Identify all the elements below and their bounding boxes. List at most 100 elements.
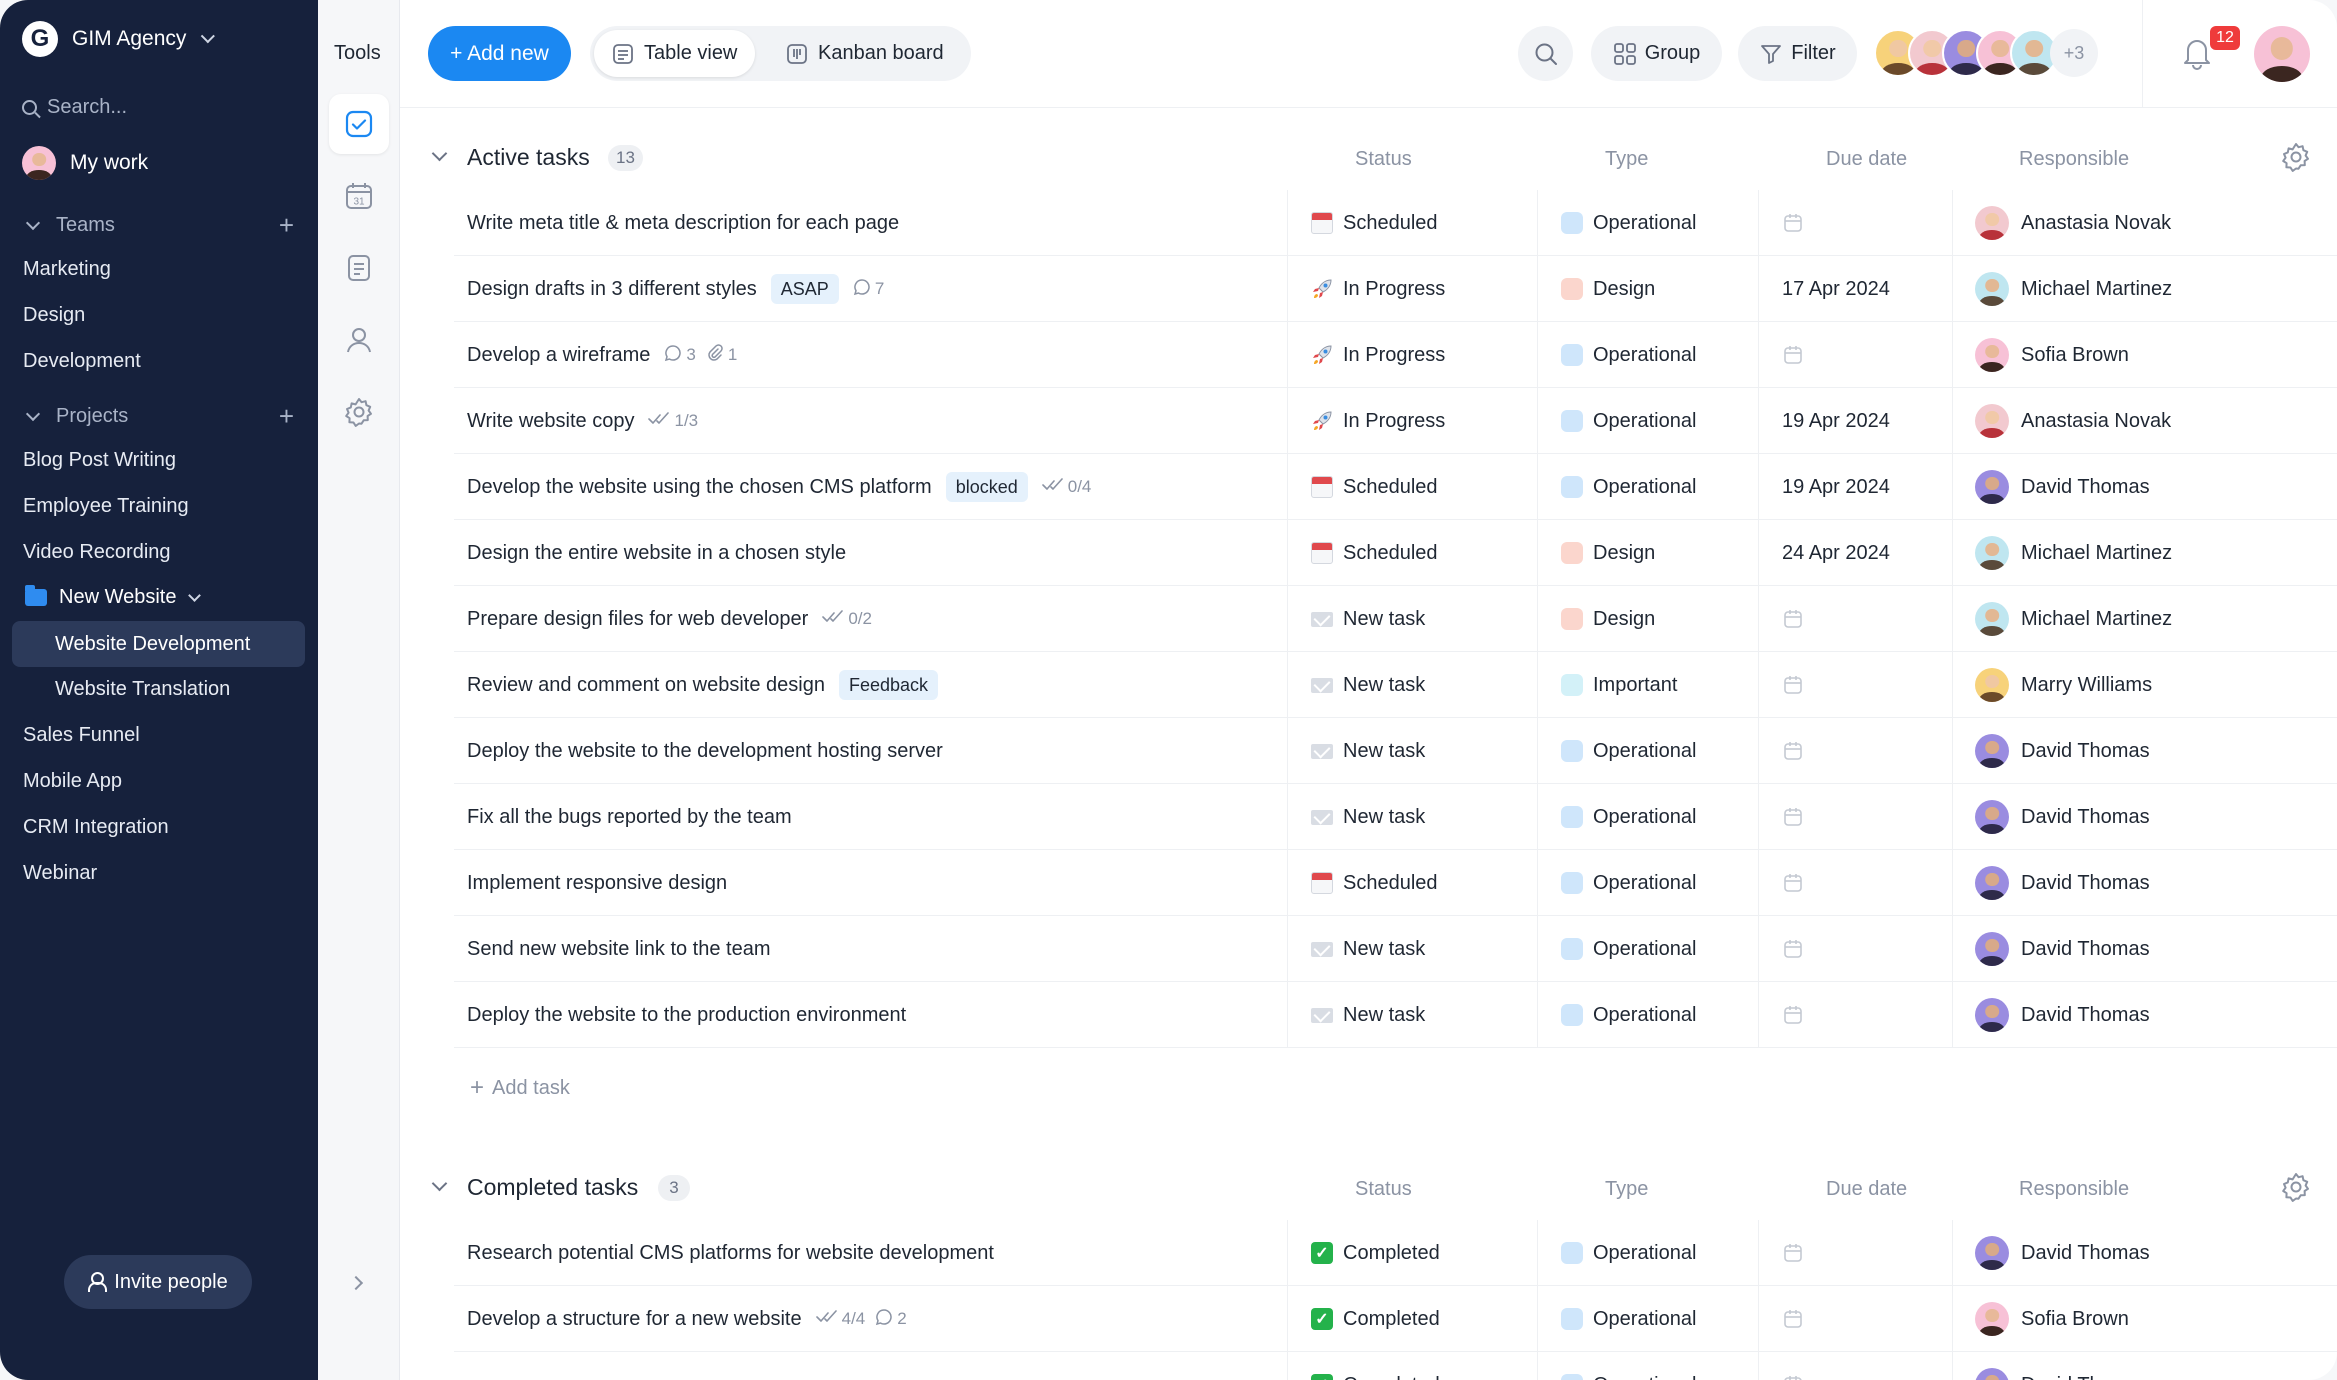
responsible-cell[interactable]: Marry Williams [1952, 652, 2337, 718]
table-row[interactable]: Develop a structure for a new website 4/4… [454, 1286, 2337, 1352]
responsible-cell[interactable]: Michael Martinez [1952, 256, 2337, 322]
table-row[interactable]: Write meta title & meta description for … [454, 190, 2337, 256]
table-row[interactable]: Deploy the website to the development ho… [454, 718, 2337, 784]
task-tag[interactable]: Feedback [838, 670, 939, 700]
type-cell[interactable]: Design [1537, 586, 1758, 652]
task-cell[interactable]: Design the entire website in a chosen st… [467, 520, 1337, 586]
tool-people[interactable] [329, 310, 389, 370]
sidebar-folder-new-website[interactable]: New Website [25, 585, 202, 609]
column-header-status[interactable]: Status [1355, 1178, 1412, 1201]
status-cell[interactable]: Scheduled [1287, 190, 1537, 256]
due-date-cell[interactable]: 19 Apr 2024 [1758, 454, 1952, 520]
tab-kanban-board[interactable]: Kanban board [768, 30, 962, 77]
due-date-cell[interactable] [1758, 784, 1952, 850]
type-cell[interactable]: Operational [1537, 1352, 1758, 1380]
status-cell[interactable]: New task [1287, 718, 1537, 784]
group-button[interactable]: Group [1591, 26, 1722, 81]
sidebar-item-website-translation[interactable]: Website Translation [55, 678, 230, 701]
task-tag[interactable]: blocked [945, 472, 1028, 502]
comment-count[interactable]: 3 [664, 344, 696, 367]
type-cell[interactable]: Important [1537, 652, 1758, 718]
type-cell[interactable]: Operational [1537, 916, 1758, 982]
task-tag[interactable]: ASAP [770, 274, 839, 304]
add-team-icon[interactable]: + [279, 212, 294, 238]
notifications-button[interactable] [2182, 36, 2212, 75]
responsible-cell[interactable]: Anastasia Novak [1952, 190, 2337, 256]
table-row[interactable]: Research potential CMS platforms for web… [454, 1220, 2337, 1286]
table-settings-button[interactable] [2280, 1171, 2312, 1208]
column-header-status[interactable]: Status [1355, 148, 1412, 171]
due-date-cell[interactable]: 19 Apr 2024 [1758, 388, 1952, 454]
task-cell[interactable]: Prepare design files for web developer 0/… [467, 586, 1337, 652]
type-cell[interactable]: Design [1537, 256, 1758, 322]
more-members-badge[interactable]: +3 [2050, 29, 2098, 77]
table-row[interactable]: Send new website link to the team New tas… [454, 916, 2337, 982]
responsible-cell[interactable]: David Thomas [1952, 982, 2337, 1048]
invite-people-button[interactable]: Invite people [64, 1255, 252, 1309]
status-cell[interactable]: New task [1287, 784, 1537, 850]
add-new-button[interactable]: + Add new [428, 26, 571, 81]
table-row[interactable]: Fix all the bugs reported by the team New… [454, 784, 2337, 850]
due-date-cell[interactable] [1758, 1286, 1952, 1352]
add-project-icon[interactable]: + [279, 403, 294, 429]
type-cell[interactable]: Operational [1537, 1220, 1758, 1286]
chevron-down-icon[interactable] [431, 145, 448, 162]
responsible-cell[interactable]: Michael Martinez [1952, 586, 2337, 652]
task-cell[interactable]: Develop a wireframe 3 1 [467, 322, 1337, 388]
tool-tasks[interactable] [329, 94, 389, 154]
due-date-cell[interactable] [1758, 718, 1952, 784]
task-cell[interactable]: Deploy the website to the production env… [467, 982, 1337, 1048]
teams-section-header[interactable]: Teams + [22, 212, 294, 238]
column-header-type[interactable]: Type [1605, 148, 1648, 171]
sidebar-item-my-work[interactable]: My work [22, 146, 148, 180]
sidebar-item-marketing[interactable]: Marketing [23, 258, 111, 281]
due-date-cell[interactable]: 17 Apr 2024 [1758, 256, 1952, 322]
table-row[interactable]: Review and comment on website design Feed… [454, 652, 2337, 718]
status-cell[interactable]: Scheduled [1287, 454, 1537, 520]
sidebar-item-website-development[interactable]: Website Development [12, 621, 305, 667]
due-date-cell[interactable] [1758, 1220, 1952, 1286]
table-row[interactable]: Design the entire website in a chosen st… [454, 520, 2337, 586]
tool-calendar[interactable]: 31 [329, 166, 389, 226]
sidebar-item-sales-funnel[interactable]: Sales Funnel [23, 724, 140, 747]
status-cell[interactable]: ✓ Completed [1287, 1286, 1537, 1352]
status-cell[interactable]: Scheduled [1287, 850, 1537, 916]
due-date-cell[interactable] [1758, 916, 1952, 982]
table-row[interactable]: Implement responsive design Scheduled Oper… [454, 850, 2337, 916]
type-cell[interactable]: Operational [1537, 718, 1758, 784]
status-cell[interactable]: Scheduled [1287, 520, 1537, 586]
table-row[interactable]: ✓ Completed Operational David Thomas [454, 1352, 2337, 1380]
task-cell[interactable]: Develop a structure for a new website 4/4… [467, 1286, 1337, 1352]
sidebar-item-mobile-app[interactable]: Mobile App [23, 770, 122, 793]
status-cell[interactable]: ✓ Completed [1287, 1352, 1537, 1380]
responsible-cell[interactable]: David Thomas [1952, 1352, 2337, 1380]
type-cell[interactable]: Operational [1537, 1286, 1758, 1352]
task-cell[interactable]: Research potential CMS platforms for web… [467, 1220, 1337, 1286]
responsible-cell[interactable]: Sofia Brown [1952, 1286, 2337, 1352]
type-cell[interactable]: Design [1537, 520, 1758, 586]
sidebar-search[interactable]: Search... [22, 96, 127, 119]
responsible-cell[interactable]: Sofia Brown [1952, 322, 2337, 388]
due-date-cell[interactable] [1758, 982, 1952, 1048]
tool-settings[interactable] [329, 382, 389, 442]
responsible-cell[interactable]: Anastasia Novak [1952, 388, 2337, 454]
responsible-cell[interactable]: Michael Martinez [1952, 520, 2337, 586]
due-date-cell[interactable] [1758, 586, 1952, 652]
table-row[interactable]: Design drafts in 3 different styles ASAP 7… [454, 256, 2337, 322]
type-cell[interactable]: Operational [1537, 850, 1758, 916]
task-cell[interactable]: Review and comment on website design Feed… [467, 652, 1337, 718]
column-header-responsible[interactable]: Responsible [2019, 148, 2129, 171]
expand-sidebar-chevron-icon[interactable] [348, 1275, 364, 1291]
responsible-cell[interactable]: David Thomas [1952, 916, 2337, 982]
status-cell[interactable]: ✓ Completed [1287, 1220, 1537, 1286]
table-row[interactable]: Write website copy 1/3 In Progress Operatio… [454, 388, 2337, 454]
table-row[interactable]: Develop a wireframe 3 1 In Progress Operatio… [454, 322, 2337, 388]
member-avatars[interactable] [1874, 29, 2058, 77]
sidebar-item-employee-training[interactable]: Employee Training [23, 495, 189, 518]
status-cell[interactable]: New task [1287, 916, 1537, 982]
type-cell[interactable]: Operational [1537, 190, 1758, 256]
chevron-down-icon[interactable] [431, 1175, 448, 1192]
task-cell[interactable]: Implement responsive design [467, 850, 1337, 916]
task-cell[interactable]: Develop the website using the chosen CMS… [467, 454, 1337, 520]
status-cell[interactable]: New task [1287, 652, 1537, 718]
